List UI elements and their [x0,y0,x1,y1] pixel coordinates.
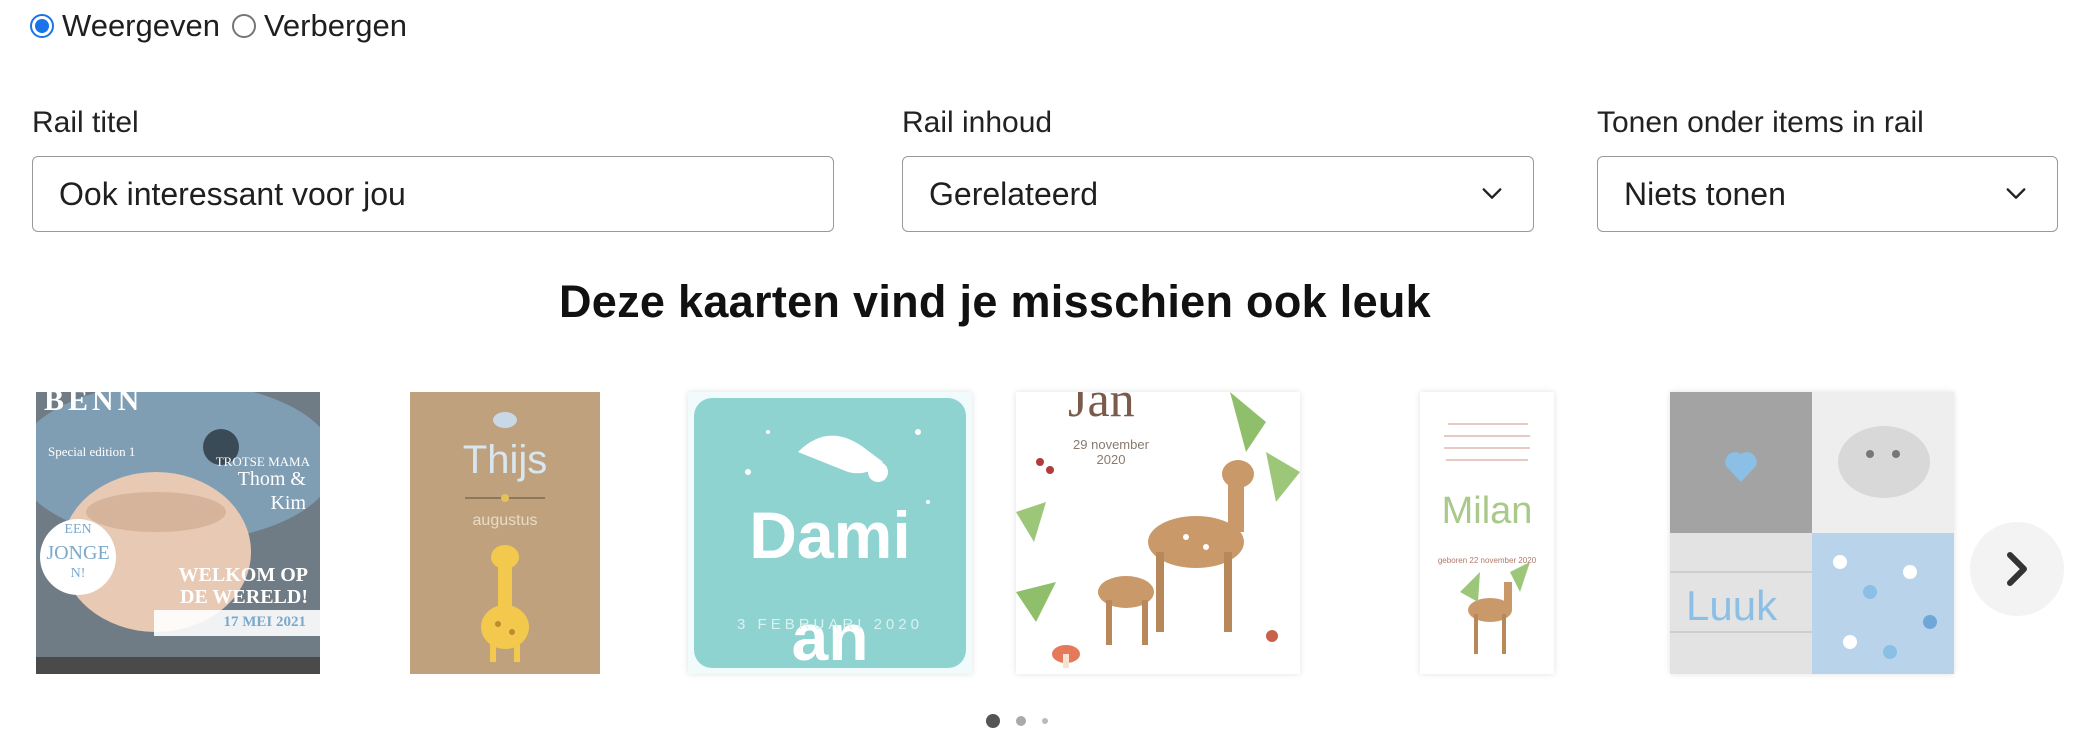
card-milan-name: Milan [1441,490,1533,532]
show-under-items-select[interactable]: Niets tonen [1597,156,2058,232]
chevron-down-icon [2006,188,2026,199]
card-magazine-welcome-2: DE WERELD! [180,586,308,608]
card-luuk-image [1670,392,1954,674]
rail-content-label: Rail inhoud [902,106,1053,139]
pagination-dot-3[interactable] [1042,718,1048,724]
card-magazine-welcome-1: WELKOM OP [178,564,308,586]
pagination-dot-1[interactable] [986,714,1000,728]
card-magazine[interactable]: BENN Special edition 1 TROTSE MAMA Thom … [36,392,320,674]
card-milan-date: geboren 22 november 2020 [1437,556,1537,565]
radio-verbergen-label[interactable]: Verbergen [264,8,407,44]
card-magazine-date: 17 MEI 2021 [223,614,307,630]
card-giraffe-image [410,392,600,674]
card-magazine-edition: Special edition 1 [48,444,136,459]
chevron-right-icon [2007,552,2027,586]
card-milan[interactable]: Milan geboren 22 november 2020 [1420,392,1554,674]
carousel-next-button[interactable] [1970,522,2064,616]
card-deer-year: 2020 [1096,452,1126,467]
card-stork-date: 3 FEBRUARI 2020 [737,616,923,633]
card-magazine-badge-2: JONGE [46,542,110,564]
rail-title-label: Rail titel [32,106,139,139]
card-deer-image [1016,392,1300,674]
card-stork[interactable]: Dami an 3 FEBRUARI 2020 [688,392,972,674]
show-under-items-value: Niets tonen [1624,175,1786,212]
card-milan-image [1420,392,1554,674]
pagination-dot-2[interactable] [1016,716,1026,726]
rail-content-value: Gerelateerd [929,175,1098,212]
rail-preview-heading: Deze kaarten vind je misschien ook leuk [558,276,1432,327]
card-giraffe-month: augustus [472,512,538,529]
card-deer-name: Jan [1068,392,1135,427]
card-luuk-name: Luuk [1686,582,1778,629]
card-giraffe[interactable]: Thijs augustus [410,392,600,674]
show-under-items-label: Tonen onder items in rail [1597,106,1924,139]
card-stork-name-1: Dami [749,498,911,572]
rail-title-input[interactable]: Ook interessant voor jou [32,156,834,232]
carousel-pagination [986,714,1064,728]
radio-weergeven-label[interactable]: Weergeven [62,8,220,44]
card-magazine-parents: Thom & [237,468,306,490]
radio-weergeven[interactable] [30,14,54,38]
card-luuk[interactable]: Luuk [1670,392,1954,674]
rail-title-value: Ook interessant voor jou [59,175,406,212]
card-stork-name-2: an [791,600,869,674]
card-giraffe-name: Thijs [462,438,548,482]
card-magazine-badge-1: EEN [64,522,92,537]
card-deer-date: 29 november [1073,437,1149,452]
visibility-radio-group: Weergeven Verbergen [30,8,419,44]
card-magazine-badge-3: N! [70,566,86,581]
card-magazine-parent2: Kim [270,492,306,514]
chevron-down-icon [1482,188,1502,199]
card-magazine-name: BENN [44,392,144,417]
card-deer[interactable]: Jan 29 november 2020 [1016,392,1300,674]
rail-content-select[interactable]: Gerelateerd [902,156,1534,232]
radio-verbergen[interactable] [231,14,256,38]
